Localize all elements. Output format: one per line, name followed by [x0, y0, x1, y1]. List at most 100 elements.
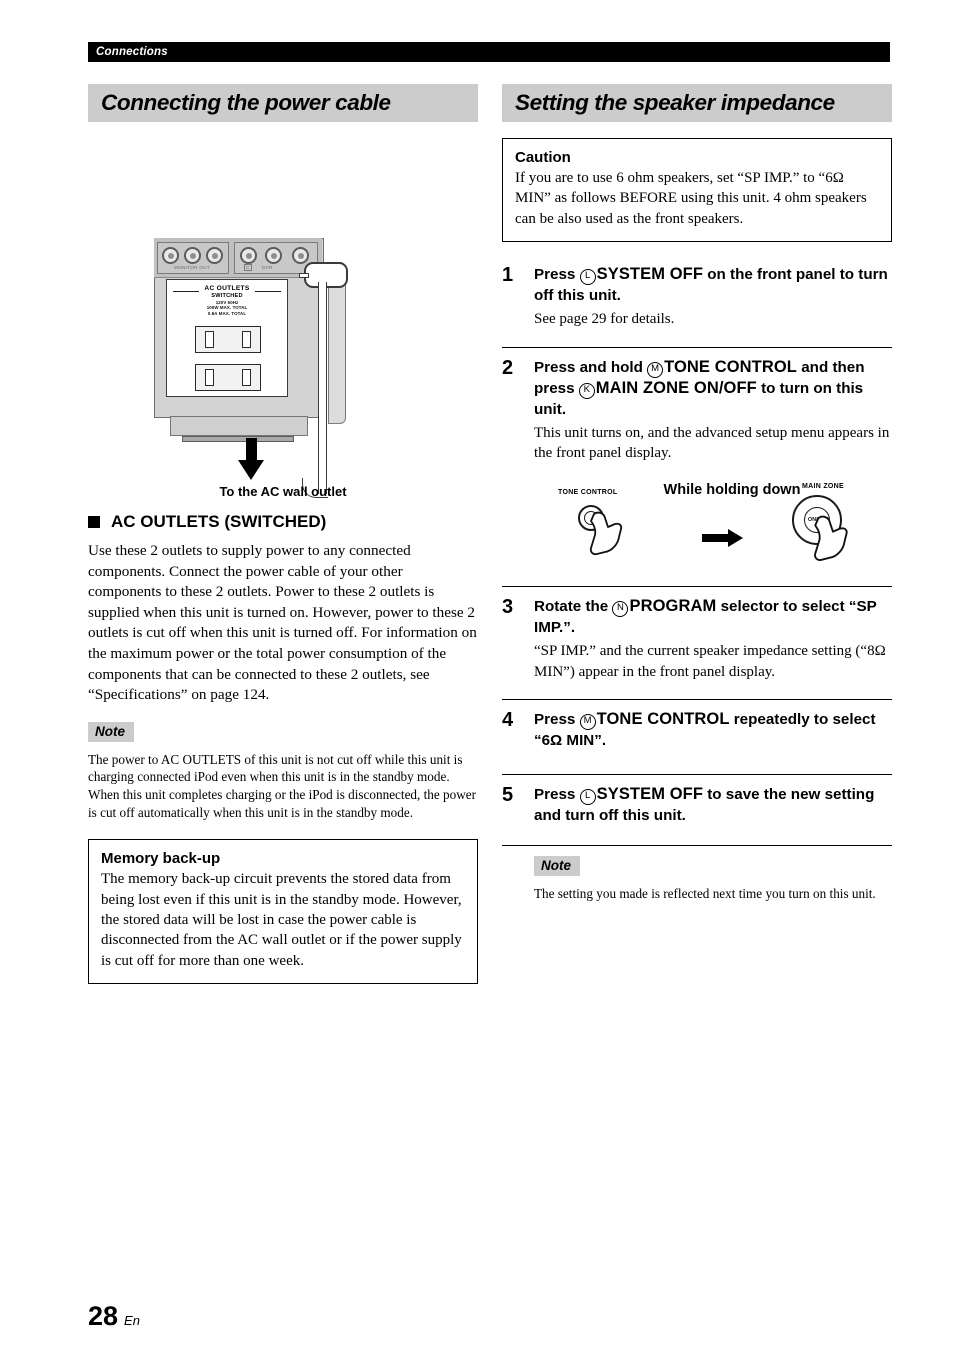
- section-title: Setting the speaker impedance: [515, 90, 835, 115]
- step-title-pre: Press: [534, 786, 580, 804]
- key-marker-icon: M: [579, 714, 596, 731]
- note-body-text: The power to AC OUTLETS of this unit is …: [88, 751, 476, 820]
- page-footer: 28 En: [88, 1301, 140, 1332]
- steps-bottom-divider: [502, 845, 892, 847]
- jack-label-monitor-out: MONITOR OUT: [174, 265, 210, 270]
- note-body-text: The setting you made is reflected next t…: [534, 886, 876, 902]
- rca-jack-icon: [292, 247, 309, 264]
- button-name-label-2: MAIN ZONE ON/OFF: [595, 378, 757, 397]
- rear-panel-illustration: MONITOR OUT C DVR AC OUTLETS SWITCHED 12…: [88, 142, 478, 512]
- step-2: 2 Press and hold M TONE CONTROL and then …: [502, 346, 892, 576]
- step-title-pre: Rotate the: [534, 598, 613, 616]
- outlet-slot: [242, 369, 251, 386]
- key-marker-icon: K: [578, 382, 595, 399]
- key-marker-icon: M: [647, 361, 664, 378]
- step-title: Press L SYSTEM OFF on the front panel to …: [534, 264, 892, 306]
- step-title: Press L SYSTEM OFF to save the new settin…: [534, 784, 892, 826]
- knob-label-main-zone: MAIN ZONE: [802, 483, 844, 491]
- key-marker-icon: L: [579, 269, 596, 286]
- pointing-hand-icon: [589, 512, 623, 556]
- caution-box: Caution If you are to use 6 ohm speakers…: [502, 138, 892, 243]
- arrow-shaft: [702, 534, 730, 543]
- button-name-label: PROGRAM: [629, 597, 717, 616]
- button-name-label: SYSTEM OFF: [596, 265, 704, 284]
- step-title: Rotate the N PROGRAM selector to select “…: [534, 596, 892, 638]
- step-title-pre: Press and hold: [534, 358, 648, 376]
- memory-backup-heading: Memory back-up: [101, 850, 221, 868]
- step-content: Rotate the N PROGRAM selector to select “…: [534, 596, 892, 688]
- note-tag: Note: [534, 856, 580, 877]
- step-number: 5: [502, 784, 514, 807]
- rca-jack-icon: [240, 247, 257, 264]
- section-header-speaker-impedance: Setting the speaker impedance: [502, 84, 892, 122]
- while-holding-down-label: While holding down: [663, 482, 801, 499]
- step-title: Press and hold M TONE CONTROL and then pr…: [534, 357, 892, 420]
- step-number: 1: [502, 264, 514, 287]
- arrow-shaft: [246, 438, 257, 462]
- step-content: Press and hold M TONE CONTROL and then pr…: [534, 357, 892, 576]
- ac-outlet-socket: [195, 364, 261, 391]
- step-description: This unit turns on, and the advanced set…: [534, 424, 890, 462]
- jack-label-c: C: [244, 264, 252, 271]
- ac-outlets-panel: AC OUTLETS SWITCHED 120V 60Hz 100W MAX. …: [166, 279, 288, 397]
- illustration-caption: To the AC wall outlet: [219, 484, 347, 499]
- step-title-pre: Press: [534, 711, 580, 729]
- step-number: 4: [502, 709, 514, 732]
- step-title: Press M TONE CONTROL repeatedly to select…: [534, 709, 892, 751]
- rear-panel-foot: [170, 416, 308, 436]
- rca-jack-icon: [162, 247, 179, 264]
- step-title-pre: Press: [534, 266, 580, 284]
- section-title: Connecting the power cable: [101, 90, 391, 115]
- section-header-connecting-power-cable: Connecting the power cable: [88, 84, 478, 122]
- memory-backup-box: Memory back-up The memory back-up circui…: [88, 839, 478, 985]
- button-name-label: TONE CONTROL: [664, 357, 797, 376]
- step-description: See page 29 for details.: [534, 311, 675, 328]
- ac-outlets-title: AC OUTLETS: [204, 285, 250, 292]
- rca-jack-icon: [265, 247, 282, 264]
- ac-outlet-socket: [195, 326, 261, 353]
- outlet-slot: [205, 369, 214, 386]
- knob-label-tone-control: TONE CONTROL: [558, 489, 618, 497]
- key-marker-icon: L: [579, 789, 596, 806]
- running-head-bar: Connections: [88, 42, 890, 62]
- step-4: 4 Press M TONE CONTROL repeatedly to sele…: [502, 699, 892, 763]
- rca-jack-icon: [206, 247, 223, 264]
- memory-backup-body: The memory back-up circuit prevents the …: [101, 871, 462, 969]
- page-number: 28: [88, 1301, 119, 1331]
- ac-outlets-subtitle: SWITCHED: [211, 293, 243, 299]
- hold-buttons-figure: TONE CONTROL While holding down MAIN ZON…: [534, 479, 892, 571]
- down-arrow-icon: [238, 438, 264, 480]
- note-block-setting: Note The setting you made is reflected n…: [502, 856, 892, 903]
- caution-body: If you are to use 6 ohm speakers, set “S…: [515, 170, 867, 227]
- subsection-body-text: Use these 2 outlets to supply power to a…: [88, 542, 477, 704]
- right-column: Setting the speaker impedance Caution If…: [502, 84, 892, 903]
- note-tag: Note: [88, 721, 134, 742]
- step-number: 2: [502, 356, 514, 379]
- key-marker-icon: N: [612, 601, 629, 618]
- step-description: “SP IMP.” and the current speaker impeda…: [534, 643, 886, 680]
- left-column: Connecting the power cable MONITOR OUT C…: [88, 84, 478, 985]
- page-language-code: En: [124, 1313, 140, 1328]
- arrow-head: [238, 460, 264, 480]
- step-5: 5 Press L SYSTEM OFF to save the new sett…: [502, 774, 892, 834]
- step-3: 3 Rotate the N PROGRAM selector to select…: [502, 586, 892, 688]
- ac-outlets-labels: AC OUTLETS SWITCHED 120V 60Hz 100W MAX. …: [167, 285, 287, 316]
- square-bullet-icon: [88, 516, 100, 528]
- running-head-label: Connections: [96, 46, 168, 58]
- outlet-slot: [242, 331, 251, 348]
- jack-label-dvr: DVR: [262, 265, 273, 270]
- button-name-label: TONE CONTROL: [596, 710, 730, 729]
- subsection-heading-label: AC OUTLETS (SWITCHED): [111, 512, 327, 531]
- note-block-ac-outlets: Note The power to AC OUTLETS of this uni…: [88, 721, 478, 821]
- step-content: Press L SYSTEM OFF to save the new settin…: [534, 784, 892, 834]
- pointing-hand-icon: [814, 516, 848, 562]
- step-1: 1 Press L SYSTEM OFF on the front panel t…: [502, 264, 892, 335]
- subsection-heading-ac-outlets: AC OUTLETS (SWITCHED): [88, 512, 478, 532]
- step-content: Press M TONE CONTROL repeatedly to select…: [534, 709, 892, 763]
- outlet-slot: [205, 331, 214, 348]
- arrow-head: [728, 529, 743, 548]
- rca-jack-icon: [184, 247, 201, 264]
- caution-heading: Caution: [515, 149, 571, 166]
- ac-outlets-spec-amp: 0.8A MAX. TOTAL: [207, 310, 247, 316]
- button-name-label: SYSTEM OFF: [596, 785, 704, 804]
